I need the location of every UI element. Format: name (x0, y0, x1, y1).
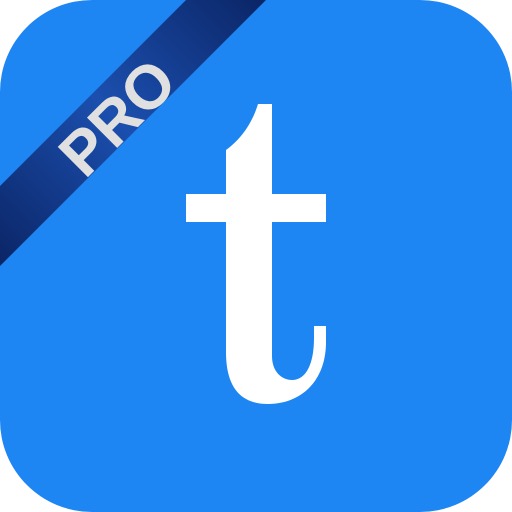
pro-ribbon-badge: PRO (0, 0, 266, 266)
app-icon-tile[interactable]: PRO (0, 0, 512, 512)
